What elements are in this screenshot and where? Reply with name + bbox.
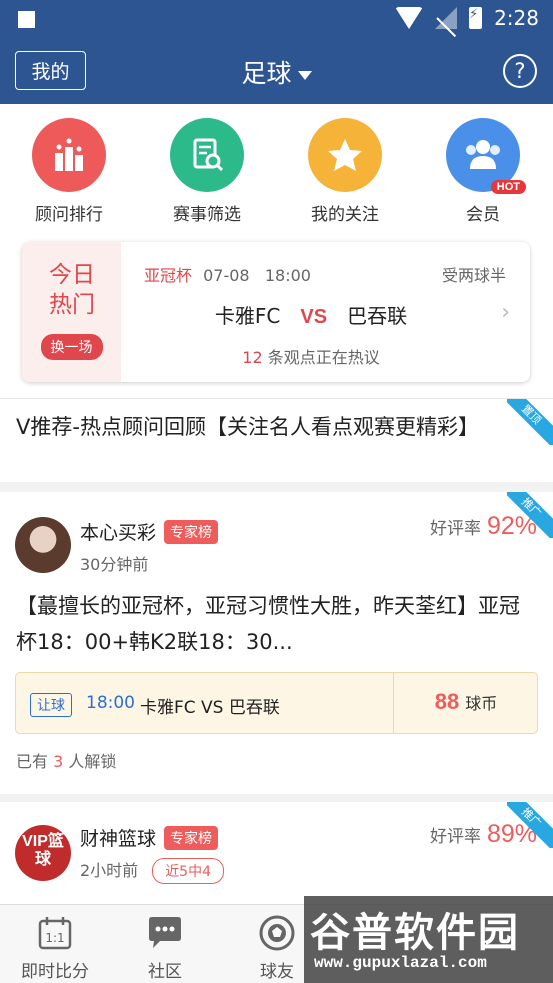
wifi-icon — [395, 7, 424, 29]
match-date: 07-08 — [203, 266, 250, 285]
unlock-suffix: 人解锁 — [68, 752, 117, 771]
chat-icon — [145, 913, 185, 953]
status-time: 2:28 — [494, 6, 539, 30]
unlock-count: 已有 3 人解锁 — [16, 748, 116, 772]
post-card[interactable]: 本心买彩 专家榜 30分钟前 好评率 92% 推广 【蕞擅长的亚冠杯，亚冠习惯性大胜… — [0, 492, 553, 794]
league-name: 亚冠杯 — [144, 266, 193, 285]
today-hot-label: 今日热门 — [49, 262, 95, 318]
quick-action-label: 顾问排行 — [35, 205, 103, 225]
unlock-number: 3 — [53, 752, 64, 771]
notification-icon — [18, 11, 35, 28]
avatar[interactable] — [15, 517, 71, 573]
away-team: 巴吞联 — [347, 304, 408, 328]
quick-action-members[interactable]: HOT 会员 — [428, 118, 538, 225]
author-name[interactable]: 本心买彩 专家榜 — [80, 518, 219, 545]
match-teams: 卡雅FC VS 巴吞联 — [121, 300, 501, 329]
caret-down-icon — [297, 70, 312, 80]
price[interactable]: 88 球币 — [394, 689, 538, 715]
author-name-text: 本心买彩 — [80, 522, 157, 544]
quick-action-advisor-ranking[interactable]: 顾问排行 — [14, 118, 124, 225]
discussion-count: 12 条观点正在热议 — [121, 344, 501, 368]
pinned-ribbon: 置顶 — [507, 399, 553, 445]
help-icon[interactable]: ? — [503, 54, 537, 88]
quick-action-label: 赛事筛选 — [173, 205, 241, 225]
avatar[interactable]: VIP篮球 — [15, 825, 71, 881]
unlock-prefix: 已有 — [16, 752, 49, 771]
match-meta: 亚冠杯 07-08 18:00 — [144, 262, 311, 286]
chevron-right-icon: › — [501, 300, 510, 325]
bet-type-tag: 让球 — [30, 693, 72, 717]
page-title: 足球 — [241, 59, 292, 88]
watermark: 谷普软件园 www.gupuxlazal.com — [304, 896, 553, 983]
rating-label: 好评率 — [429, 827, 481, 847]
quick-action-label: 会员 — [466, 205, 500, 225]
hot-badge: HOT — [490, 180, 526, 194]
promo-ribbon: 推广 — [507, 802, 553, 848]
ranking-icon — [32, 118, 106, 192]
author-name[interactable]: 财神篮球 专家榜 — [80, 824, 219, 851]
handicap-text: 受两球半 — [441, 266, 506, 285]
today-hot-card[interactable]: 今日热门 换一场 亚冠杯 07-08 18:00 受两球半 卡雅FC VS 巴吞联 … — [22, 242, 530, 382]
star-icon — [308, 118, 382, 192]
watermark-url: www.gupuxlazal.com — [314, 954, 487, 972]
match-time: 18:00 — [264, 266, 311, 285]
quick-action-label: 我的关注 — [311, 205, 379, 225]
tab-label: 社区 — [148, 962, 182, 982]
swap-match-button[interactable]: 换一场 — [40, 334, 103, 360]
pinned-title: V推荐-热点顾问回顾【关注名人看点观赛更精彩】 — [16, 415, 479, 439]
recent-record-badge: 近5中4 — [152, 858, 225, 884]
tab-community[interactable]: 社区 — [110, 913, 220, 982]
ribbon-label: 推广 — [507, 802, 553, 848]
quick-action-match-filter[interactable]: 赛事筛选 — [152, 118, 262, 225]
status-bar: 2:28 — [0, 0, 553, 38]
calendar-icon: 1:1 — [35, 913, 75, 953]
post-time-text: 2小时前 — [80, 861, 139, 880]
ribbon-label: 置顶 — [507, 399, 553, 445]
today-hot-side: 今日热门 换一场 — [22, 242, 121, 382]
ribbon-label: 推广 — [507, 492, 553, 538]
views-count: 12 — [242, 348, 263, 367]
match-time: 18:00 — [86, 693, 135, 713]
battery-charging-icon — [469, 7, 483, 29]
svg-text:1:1: 1:1 — [45, 931, 64, 945]
price-value: 88 — [434, 689, 460, 714]
rating-label: 好评率 — [429, 519, 481, 539]
post-time: 30分钟前 — [80, 555, 149, 574]
quick-action-my-follows[interactable]: 我的关注 — [290, 118, 400, 225]
members-icon: HOT — [446, 118, 526, 194]
match-name: 卡雅FC VS 巴吞联 — [140, 698, 280, 718]
no-signal-icon — [435, 7, 458, 29]
promo-ribbon: 推广 — [507, 492, 553, 538]
top-app-bar: 我的 足球 ? — [0, 38, 553, 104]
home-team: 卡雅FC — [214, 304, 281, 328]
sport-selector[interactable]: 足球 — [0, 54, 553, 90]
post-time: 2小时前 近5中4 — [80, 857, 225, 884]
quick-actions-panel: 顾问排行 赛事筛选 我的关注 HOT 会员 今日热门 换一场 亚冠杯 07-08… — [0, 104, 553, 398]
match-filter-icon — [170, 118, 244, 192]
vs-label: VS — [300, 306, 328, 328]
post-content: 【蕞擅长的亚冠杯，亚冠习惯性大胜，昨天荃红】亚冠杯18：00+韩K2联18：30… — [16, 594, 520, 654]
watermark-title: 谷普软件园 — [310, 910, 520, 956]
tab-live-score[interactable]: 1:1 即时比分 — [0, 913, 110, 982]
expert-tag: 专家榜 — [164, 826, 219, 850]
author-name-text: 财神篮球 — [80, 828, 157, 850]
currency-label: 球币 — [465, 694, 498, 713]
tab-label: 即时比分 — [21, 962, 89, 982]
pinned-post[interactable]: V推荐-热点顾问回顾【关注名人看点观赛更精彩】 置顶 — [0, 398, 553, 482]
match-purchase-box[interactable]: 让球 18:00 卡雅FC VS 巴吞联 88 球币 — [15, 672, 538, 734]
expert-tag: 专家榜 — [164, 520, 219, 544]
views-text: 条观点正在热议 — [267, 348, 380, 367]
football-icon — [257, 913, 297, 953]
